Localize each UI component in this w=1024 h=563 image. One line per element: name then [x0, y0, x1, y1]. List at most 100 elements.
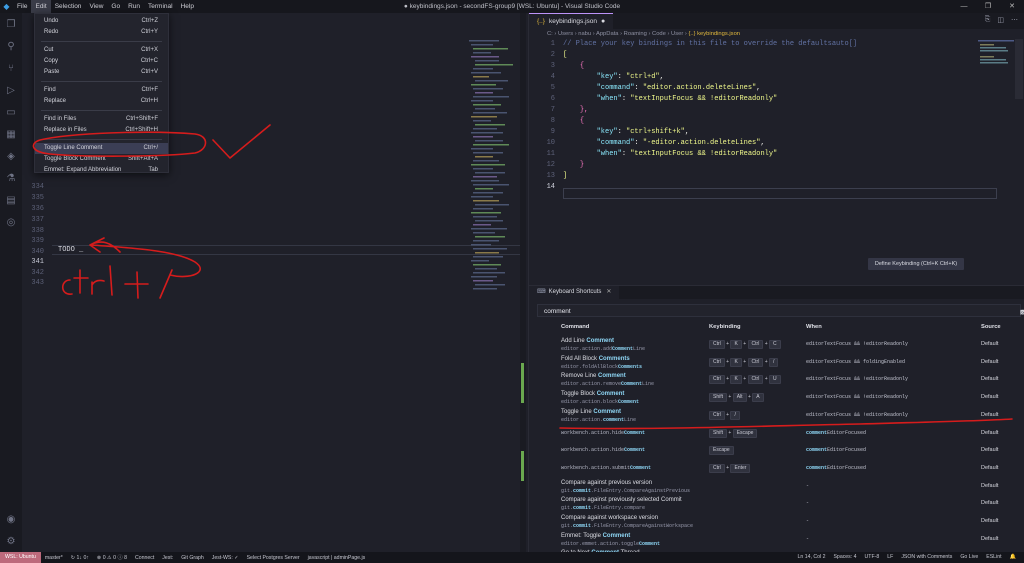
- table-row[interactable]: Compare against previous version git.comm…: [529, 478, 1024, 496]
- table-row[interactable]: Emmet: Toggle Comment editor.emmet.action…: [529, 531, 1024, 549]
- menu-item-find-in-files[interactable]: Find in Files Ctrl+Shift+F: [35, 114, 168, 125]
- go-live-button[interactable]: Go Live: [956, 552, 982, 563]
- table-row[interactable]: Remove Line Comment editor.action.removeC…: [529, 371, 1024, 389]
- table-row[interactable]: Toggle Block Comment editor.action.blockC…: [529, 389, 1024, 407]
- eslint-status[interactable]: ESLint: [982, 552, 1005, 563]
- menu-item-paste[interactable]: Paste Ctrl+V: [35, 67, 168, 78]
- left-scrollbar[interactable]: [520, 13, 526, 552]
- extensions-icon[interactable]: ▦: [0, 123, 22, 145]
- table-row[interactable]: workbench.action.submitComment Ctrl + Ent…: [529, 460, 1024, 478]
- indentation[interactable]: Spaces: 4: [829, 552, 860, 563]
- minimap[interactable]: [467, 38, 517, 298]
- line-number: 342: [31, 269, 44, 277]
- menu-item-replace[interactable]: Replace Ctrl+H: [35, 96, 168, 107]
- key-cap: Shift: [709, 393, 728, 403]
- menu-go[interactable]: Go: [107, 0, 124, 13]
- close-tab-icon[interactable]: ✕: [606, 289, 611, 295]
- match-highlight: Comment: [598, 373, 626, 380]
- breadcrumb-file[interactable]: {..} keybindings.json: [688, 31, 740, 37]
- column-header-keybinding[interactable]: Keybinding: [709, 324, 741, 330]
- problems-count[interactable]: ⊗ 0 ⚠ 0 ⓘ 8: [93, 554, 131, 561]
- end-of-line[interactable]: LF: [883, 552, 897, 563]
- table-row[interactable]: workbench.action.hideComment Escape commen…: [529, 442, 1024, 460]
- source-label: Default: [981, 518, 999, 524]
- menu-item-undo[interactable]: Undo Ctrl+Z: [35, 16, 168, 27]
- more-actions-icon[interactable]: ⋯: [1011, 16, 1018, 24]
- menu-item-find[interactable]: Find Ctrl+F: [35, 85, 168, 96]
- source-label: Default: [981, 447, 999, 454]
- menu-item-replace-in-files[interactable]: Replace in Files Ctrl+Shift+H: [35, 125, 168, 136]
- unsaved-dot-icon[interactable]: ●: [601, 18, 605, 25]
- breadcrumb[interactable]: C: › Users › nabu › AppData › Roaming › …: [529, 29, 1024, 39]
- split-editor-icon[interactable]: ◫: [997, 16, 1004, 24]
- connect-status[interactable]: Connect: [131, 555, 158, 561]
- close-icon[interactable]: ✕: [1000, 0, 1024, 13]
- encoding[interactable]: UTF-8: [861, 552, 884, 563]
- tab-keyboard-shortcuts[interactable]: ⌨ Keyboard Shortcuts ✕: [529, 286, 620, 299]
- code-line: 4 "key": "ctrl+d",: [550, 73, 664, 81]
- match-highlight: Comment: [593, 408, 622, 415]
- menu-edit[interactable]: Edit: [31, 0, 51, 13]
- jest-ws-status[interactable]: Jest-WS: ✓: [208, 555, 243, 561]
- postgres-server-button[interactable]: Select Postgres Server: [243, 555, 304, 561]
- language-mode[interactable]: JSON with Comments: [897, 552, 956, 563]
- docker-icon[interactable]: ◈: [0, 145, 22, 167]
- column-header-command[interactable]: Command: [561, 324, 589, 330]
- table-row[interactable]: workbench.action.hideComment Shift + Esca…: [529, 425, 1024, 443]
- column-header-source[interactable]: Source: [981, 324, 1001, 330]
- match-highlight: Comment: [624, 429, 646, 436]
- remote-indicator[interactable]: WSL: Ubuntu: [0, 552, 41, 563]
- menu-file[interactable]: File: [13, 0, 31, 13]
- menu-selection[interactable]: Selection: [51, 0, 86, 13]
- database-icon[interactable]: ◎: [0, 211, 22, 233]
- menu-item-copy[interactable]: Copy Ctrl+C: [35, 56, 168, 67]
- column-header-when[interactable]: When: [806, 324, 822, 330]
- test-icon[interactable]: ⚗: [0, 167, 22, 189]
- menu-item-toggle-block-comment[interactable]: Toggle Block Comment Shift+Alt+A: [35, 154, 168, 165]
- git-graph-button[interactable]: Git Graph: [177, 555, 208, 561]
- keybindings-search-input[interactable]: comment ▤ ≡ ⊘: [537, 304, 1024, 319]
- run-debug-icon[interactable]: ▷: [0, 79, 22, 101]
- breadcrumb-path[interactable]: C: › Users › nabu › AppData › Roaming › …: [547, 31, 687, 37]
- menu-item-toggle-line-comment[interactable]: Toggle Line Comment Ctrl+/: [35, 143, 168, 154]
- active-file-status[interactable]: javascript | adminPage.js: [304, 555, 370, 561]
- key-cap: Ctrl: [709, 463, 725, 473]
- menu-help[interactable]: Help: [177, 0, 198, 13]
- line-number: 334: [31, 183, 44, 191]
- jest-status[interactable]: Jest:: [158, 555, 177, 561]
- open-keyboard-shortcuts-icon[interactable]: ⎘: [985, 16, 991, 24]
- menu-item-shortcut: Ctrl+Z: [141, 18, 159, 24]
- source-control-icon[interactable]: ⑂: [0, 57, 22, 79]
- minimize-icon[interactable]: —: [952, 0, 976, 13]
- menu-item-cut[interactable]: Cut Ctrl+X: [35, 45, 168, 56]
- code-line: 13]: [546, 172, 568, 180]
- git-sync[interactable]: ↻ 1↓ 0↑: [67, 555, 93, 561]
- table-row[interactable]: Fold All Block Comments editor.foldAllBlo…: [529, 354, 1024, 372]
- table-row[interactable]: Toggle Line Comment editor.action.comment…: [529, 407, 1024, 425]
- explorer-icon[interactable]: ❐: [0, 13, 22, 35]
- search-icon[interactable]: ⚲: [0, 35, 22, 57]
- tab-keybindings-json[interactable]: {..} keybindings.json ●: [529, 13, 614, 29]
- clear-search-icon[interactable]: ⊘: [1020, 306, 1024, 319]
- git-branch[interactable]: master*: [41, 555, 67, 561]
- menu-item-emmet-expand[interactable]: Emmet: Expand Abbreviation Tab: [35, 165, 168, 176]
- table-row[interactable]: Compare against previously selected Comm…: [529, 495, 1024, 513]
- right-scrollbar[interactable]: [1015, 39, 1023, 99]
- gear-icon[interactable]: ⚙: [0, 530, 22, 552]
- remote-explorer-icon[interactable]: ▭: [0, 101, 22, 123]
- maximize-icon[interactable]: ❐: [976, 0, 1000, 13]
- menu-item-redo[interactable]: Redo Ctrl+Y: [35, 27, 168, 38]
- account-icon[interactable]: ◉: [0, 508, 22, 530]
- cursor-position[interactable]: Ln 14, Col 2: [793, 552, 829, 563]
- table-row[interactable]: Compare against workspace version git.com…: [529, 513, 1024, 531]
- menu-view[interactable]: View: [85, 0, 107, 13]
- right-editor[interactable]: {..} keybindings.json ● ⎘ ◫ ⋯ C: › Users…: [528, 13, 1024, 285]
- menu-run[interactable]: Run: [124, 0, 144, 13]
- notifications-bell-icon[interactable]: 🔔: [1006, 552, 1020, 563]
- minimap[interactable]: [977, 39, 1019, 69]
- line-number: 338: [31, 227, 44, 235]
- folder-icon[interactable]: ▤: [0, 189, 22, 211]
- define-keybinding-button[interactable]: Define Keybinding (Ctrl+K Ctrl+K): [868, 258, 964, 270]
- menu-terminal[interactable]: Terminal: [144, 0, 177, 13]
- table-row[interactable]: Add Line Comment editor.action.addComment…: [529, 336, 1024, 354]
